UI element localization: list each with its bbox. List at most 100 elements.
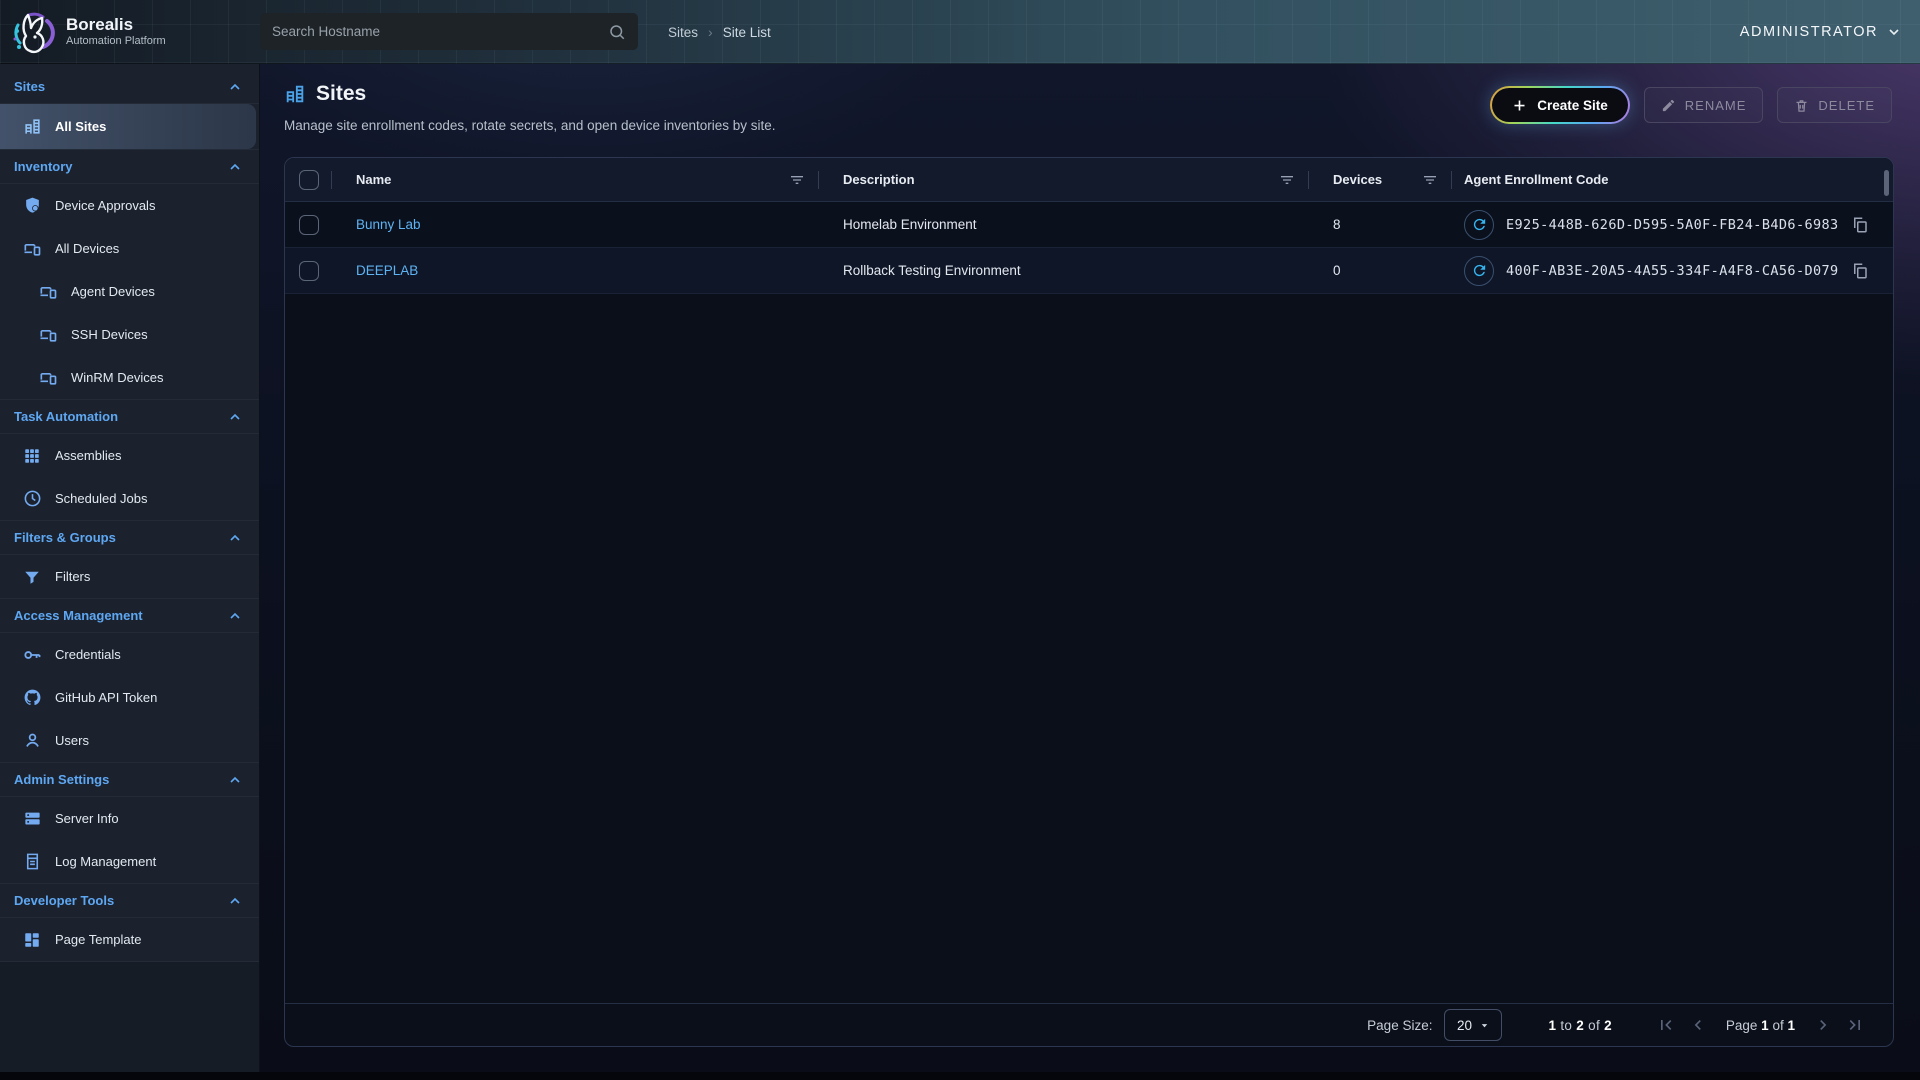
sidebar-item-all-sites[interactable]: All Sites: [0, 104, 256, 149]
sidebar-item-winrm-devices[interactable]: WinRM Devices: [0, 356, 259, 399]
search-icon[interactable]: [608, 23, 626, 41]
rotate-code-button[interactable]: [1464, 256, 1494, 286]
funnel-icon: [22, 568, 42, 586]
table-row[interactable]: DEEPLAB Rollback Testing Environment 0 4…: [285, 248, 1893, 294]
section-label: Sites: [14, 79, 45, 94]
page-indicator: Page 1 of 1: [1726, 1018, 1795, 1033]
site-name-link[interactable]: DEEPLAB: [332, 263, 418, 278]
app-bar: Borealis Automation Platform Sites › Sit…: [0, 0, 1920, 64]
filter-icon[interactable]: [1279, 172, 1295, 188]
sidebar-section-filters-groups[interactable]: Filters & Groups: [0, 521, 259, 555]
delete-button[interactable]: DELETE: [1777, 87, 1892, 123]
page-size-select[interactable]: 20: [1444, 1009, 1502, 1041]
sidebar-section-sites[interactable]: Sites: [0, 70, 259, 104]
page-size-label: Page Size:: [1367, 1018, 1432, 1033]
sidebar-item-ssh-devices[interactable]: SSH Devices: [0, 313, 259, 356]
chevron-up-icon: [227, 893, 243, 909]
chevron-up-icon: [227, 608, 243, 624]
sidebar-section-admin-settings[interactable]: Admin Settings: [0, 763, 259, 797]
column-label: Devices: [1309, 172, 1382, 187]
sidebar-item-label: WinRM Devices: [71, 370, 163, 385]
rotate-code-button[interactable]: [1464, 210, 1494, 240]
search-input[interactable]: [272, 24, 608, 39]
user-menu[interactable]: ADMINISTRATOR: [1740, 0, 1902, 64]
section-label: Admin Settings: [14, 772, 109, 787]
sidebar-item-label: Device Approvals: [55, 198, 155, 213]
sidebar-item-filters[interactable]: Filters: [0, 555, 259, 598]
sidebar-section-inventory[interactable]: Inventory: [0, 150, 259, 184]
sidebar-item-label: Agent Devices: [71, 284, 155, 299]
user-icon: [22, 731, 42, 750]
column-header-devices[interactable]: Devices: [1309, 158, 1452, 201]
chevron-up-icon: [227, 530, 243, 546]
devices-count: 0: [1309, 263, 1341, 278]
table-header-row: Name Description Devices Agent Enrollmen…: [285, 158, 1893, 202]
copy-icon[interactable]: [1851, 262, 1869, 280]
row-checkbox[interactable]: [299, 261, 319, 281]
plus-icon: [1512, 98, 1527, 113]
building-icon: [284, 83, 306, 105]
column-header-enrollment-code[interactable]: Agent Enrollment Code: [1452, 158, 1893, 201]
header-actions: Create Site RENAME DELETE: [1490, 86, 1892, 124]
sidebar-item-all-devices[interactable]: All Devices: [0, 227, 259, 270]
section-items: Device Approvals All Devices Agent Devic…: [0, 184, 259, 400]
column-label: Name: [332, 172, 391, 187]
search-box: [260, 13, 638, 50]
dashboard-icon: [22, 931, 42, 949]
sidebar-item-scheduled-jobs[interactable]: Scheduled Jobs: [0, 477, 259, 520]
sidebar-item-agent-devices[interactable]: Agent Devices: [0, 270, 259, 313]
column-label: Agent Enrollment Code: [1452, 172, 1608, 187]
shield-approval-icon: [22, 196, 42, 215]
column-header-name[interactable]: Name: [332, 158, 819, 201]
description-cell: Rollback Testing Environment: [819, 248, 1309, 293]
devices-count: 8: [1309, 217, 1341, 232]
key-icon: [22, 645, 42, 665]
section-items: Filters: [0, 555, 259, 599]
enrollment-code-cell: 400F-AB3E-20A5-4A55-334F-A4F8-CA56-D079: [1452, 248, 1893, 293]
site-name-link[interactable]: Bunny Lab: [332, 217, 421, 232]
enrollment-code: E925-448B-626D-D595-5A0F-FB24-B4D6-6983: [1506, 217, 1839, 233]
row-checkbox-cell: [285, 202, 332, 247]
pagination-nav: Page 1 of 1: [1652, 1011, 1869, 1039]
sidebar-item-log-management[interactable]: Log Management: [0, 840, 259, 883]
first-page-icon[interactable]: [1652, 1011, 1680, 1039]
select-all-checkbox[interactable]: [299, 170, 319, 190]
row-checkbox[interactable]: [299, 215, 319, 235]
table-empty-area: [285, 294, 1893, 1003]
sidebar-item-users[interactable]: Users: [0, 719, 259, 762]
sidebar-item-label: Credentials: [55, 647, 121, 662]
sidebar-item-label: Server Info: [55, 811, 119, 826]
log-file-icon: [22, 852, 42, 871]
sidebar-section-access-management[interactable]: Access Management: [0, 599, 259, 633]
sidebar-item-assemblies[interactable]: Assemblies: [0, 434, 259, 477]
sidebar-section-task-automation[interactable]: Task Automation: [0, 400, 259, 434]
borealis-rabbit-logo-icon: [10, 7, 58, 55]
create-site-button[interactable]: Create Site: [1490, 86, 1630, 124]
copy-icon[interactable]: [1851, 216, 1869, 234]
pencil-icon: [1661, 98, 1676, 113]
table-row[interactable]: Bunny Lab Homelab Environment 8 E925-448…: [285, 202, 1893, 248]
sidebar-item-credentials[interactable]: Credentials: [0, 633, 259, 676]
app-title: Borealis: [66, 15, 166, 35]
chevron-up-icon: [227, 79, 243, 95]
previous-page-icon[interactable]: [1684, 1011, 1712, 1039]
sidebar-item-device-approvals[interactable]: Device Approvals: [0, 184, 259, 227]
last-page-icon[interactable]: [1841, 1011, 1869, 1039]
rename-label: RENAME: [1685, 98, 1747, 113]
breadcrumb-sites[interactable]: Sites: [668, 25, 698, 40]
filter-icon[interactable]: [789, 172, 805, 188]
next-page-icon[interactable]: [1809, 1011, 1837, 1039]
sidebar-item-page-template[interactable]: Page Template: [0, 918, 259, 961]
grid-icon: [22, 447, 42, 465]
github-icon: [22, 688, 42, 707]
sidebar-item-server-info[interactable]: Server Info: [0, 797, 259, 840]
filter-icon[interactable]: [1422, 172, 1438, 188]
sidebar-section-developer-tools[interactable]: Developer Tools: [0, 884, 259, 918]
sidebar-item-github-api-token[interactable]: GitHub API Token: [0, 676, 259, 719]
page-title: Sites: [316, 82, 366, 106]
column-header-description[interactable]: Description: [819, 158, 1309, 201]
rename-button[interactable]: RENAME: [1644, 87, 1764, 123]
description-value: Rollback Testing Environment: [819, 263, 1021, 278]
create-site-label: Create Site: [1537, 98, 1608, 113]
scrollbar-thumb[interactable]: [1884, 170, 1889, 196]
